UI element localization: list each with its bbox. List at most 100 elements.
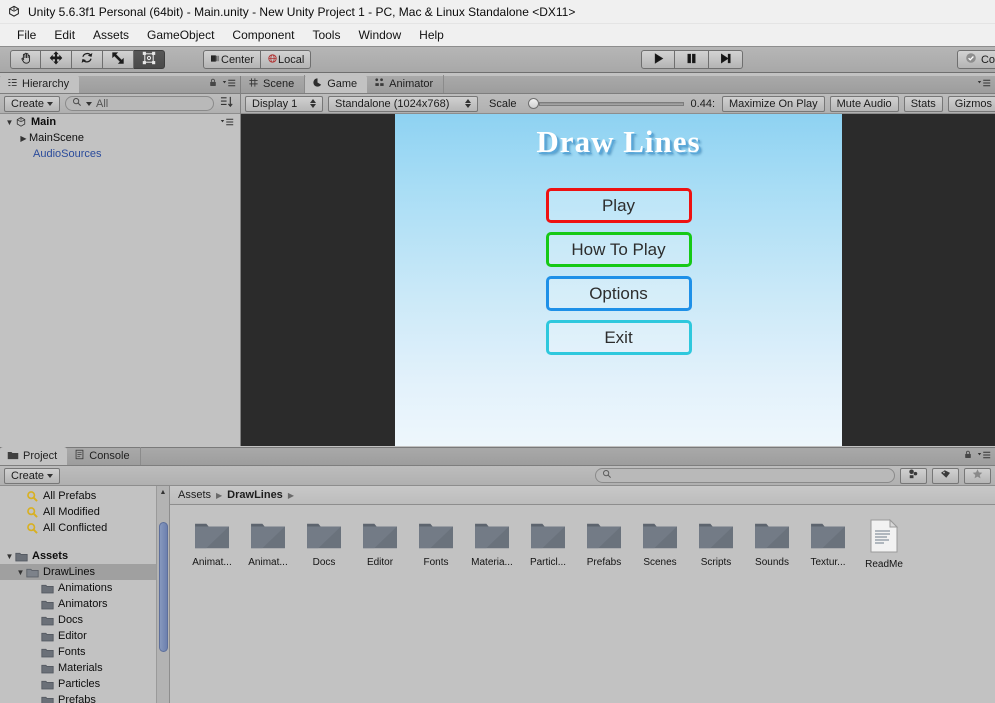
aspect-dropdown[interactable]: Standalone (1024x768) [328, 95, 478, 112]
hierarchy-tabbar: Hierarchy [0, 75, 240, 94]
scale-slider-handle[interactable] [527, 98, 539, 109]
play-button[interactable] [641, 50, 675, 69]
pivot-mode-button[interactable]: Center [203, 50, 262, 69]
rotate-tool-button[interactable] [72, 50, 103, 69]
tab-console[interactable]: Console [67, 447, 141, 465]
asset-item[interactable]: Fonts [408, 519, 464, 570]
project-tree-scrollbar[interactable]: ▲ [156, 486, 169, 703]
sort-type-icon[interactable] [219, 95, 236, 113]
tab-project[interactable]: Project [0, 447, 68, 465]
panel-menu-icon[interactable] [977, 450, 991, 463]
scale-slider[interactable] [527, 98, 684, 109]
asset-item[interactable]: Materia... [464, 519, 520, 570]
asset-item[interactable]: ReadMe [856, 518, 912, 570]
menu-tools[interactable]: Tools [303, 26, 349, 44]
menu-window[interactable]: Window [349, 26, 410, 44]
move-tool-button[interactable] [41, 50, 72, 69]
game-render-area[interactable]: Draw Lines Play How To Play Options Exit [241, 114, 995, 446]
tree-row-all-prefabs[interactable]: All Prefabs [0, 488, 169, 504]
asset-item[interactable]: Particl... [520, 519, 576, 570]
space-mode-button[interactable]: Local [261, 50, 312, 69]
scale-slider-track[interactable] [538, 101, 684, 106]
step-icon [719, 52, 732, 68]
stats-button[interactable]: Stats [903, 95, 943, 112]
menu-gameobject[interactable]: GameObject [138, 26, 223, 44]
panel-menu-icon[interactable] [222, 78, 236, 91]
maximize-on-play-button[interactable]: Maximize On Play [722, 95, 825, 112]
menu-component[interactable]: Component [223, 26, 303, 44]
hierarchy-row-audiosources[interactable]: AudioSources [0, 146, 240, 162]
breadcrumb-assets[interactable]: Assets [178, 489, 211, 501]
step-button[interactable] [709, 50, 743, 69]
pause-button[interactable] [675, 50, 709, 69]
asset-item[interactable]: Sounds [744, 519, 800, 570]
project-search-input[interactable] [595, 468, 895, 483]
panel-menu-icon[interactable] [977, 78, 991, 91]
search-filter-caret-icon[interactable] [86, 101, 93, 106]
display-dropdown[interactable]: Display 1 [245, 95, 323, 112]
tree-row-drawlines[interactable]: ▼ DrawLines [0, 564, 169, 580]
game-options-button[interactable]: Options [545, 276, 692, 311]
tree-row-all-modified[interactable]: All Modified [0, 504, 169, 520]
tree-row-particles[interactable]: Particles [0, 676, 169, 692]
hierarchy-row-main[interactable]: ▼ Main [0, 114, 240, 130]
tree-row-animations[interactable]: Animations [0, 580, 169, 596]
game-howtoplay-button[interactable]: How To Play [545, 232, 692, 267]
scene-row-menu-icon[interactable] [220, 117, 234, 127]
expand-triangle-icon[interactable]: ▼ [15, 568, 26, 577]
collab-button[interactable]: Co [956, 50, 995, 69]
hierarchy-search-input[interactable]: All [65, 96, 214, 111]
tab-game[interactable]: Game [305, 75, 368, 93]
tree-row-fonts[interactable]: Fonts [0, 644, 169, 660]
asset-item[interactable]: Animat... [240, 519, 296, 570]
asset-item[interactable]: Prefabs [576, 519, 632, 570]
tree-row-animators[interactable]: Animators [0, 596, 169, 612]
lock-icon[interactable] [208, 77, 218, 91]
tree-row-materials[interactable]: Materials [0, 660, 169, 676]
project-create-button[interactable]: Create [4, 467, 61, 484]
project-folder-tree[interactable]: All Prefabs All Modified All Conflicted [0, 486, 170, 703]
expand-triangle-icon[interactable]: ▶ [18, 134, 29, 143]
asset-item[interactable]: Textur... [800, 519, 856, 570]
tree-row-docs[interactable]: Docs [0, 612, 169, 628]
tab-game-label: Game [327, 78, 358, 90]
tree-row-all-conflicted[interactable]: All Conflicted [0, 520, 169, 536]
asset-item[interactable]: Animat... [184, 519, 240, 570]
favorite-button[interactable] [964, 467, 991, 484]
menu-edit[interactable]: Edit [45, 26, 84, 44]
expand-triangle-icon[interactable]: ▼ [4, 552, 15, 561]
rect-tool-button[interactable] [134, 50, 165, 69]
lock-icon[interactable] [963, 449, 973, 463]
menu-assets[interactable]: Assets [84, 26, 138, 44]
filter-by-label-button[interactable] [932, 467, 959, 484]
game-play-button[interactable]: Play [545, 188, 692, 223]
tree-row-label: Prefabs [58, 694, 96, 703]
gizmos-button[interactable]: Gizmos [947, 95, 995, 112]
tree-row-assets[interactable]: ▼ Assets [0, 548, 169, 564]
expand-triangle-icon[interactable]: ▼ [4, 118, 15, 127]
tree-row-prefabs[interactable]: Prefabs [0, 692, 169, 703]
asset-item[interactable]: Docs [296, 519, 352, 570]
menu-file[interactable]: File [8, 26, 45, 44]
game-screen[interactable]: Draw Lines Play How To Play Options Exit [395, 114, 842, 446]
scroll-up-arrow-icon[interactable]: ▲ [157, 486, 169, 499]
asset-item[interactable]: Editor [352, 519, 408, 570]
tab-hierarchy[interactable]: Hierarchy [0, 75, 80, 93]
asset-item[interactable]: Scripts [688, 519, 744, 570]
tree-row-editor[interactable]: Editor [0, 628, 169, 644]
hand-tool-button[interactable] [10, 50, 41, 69]
breadcrumb-drawlines[interactable]: DrawLines [227, 489, 283, 501]
hierarchy-tree[interactable]: ▼ Main ▶ MainScene AudioSources [0, 114, 240, 446]
menu-help[interactable]: Help [410, 26, 453, 44]
scale-tool-button[interactable] [103, 50, 134, 69]
hierarchy-create-button[interactable]: Create [4, 95, 61, 112]
scrollbar-thumb[interactable] [159, 522, 168, 652]
filter-by-type-button[interactable] [900, 467, 927, 484]
asset-item[interactable]: Scenes [632, 519, 688, 570]
tab-animator[interactable]: Animator [367, 75, 445, 93]
hierarchy-row-mainscene[interactable]: ▶ MainScene [0, 130, 240, 146]
mute-audio-button[interactable]: Mute Audio [829, 95, 899, 112]
asset-grid[interactable]: Animat... Animat... Docs Editor Fonts Ma… [170, 505, 995, 570]
game-exit-button[interactable]: Exit [545, 320, 692, 355]
tab-scene[interactable]: Scene [241, 75, 306, 93]
